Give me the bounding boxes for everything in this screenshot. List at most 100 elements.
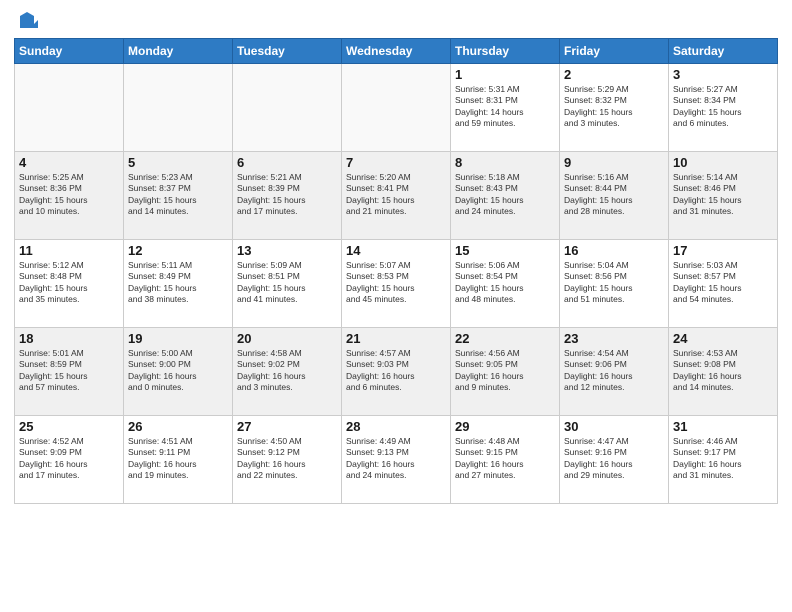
calendar-cell: 29Sunrise: 4:48 AM Sunset: 9:15 PM Dayli…: [451, 416, 560, 504]
calendar-week-5: 25 Sunrise: 4:52 AM Sunset: 9:09 PM Dayli…: [15, 416, 778, 504]
calendar-week-1: 1 Sunrise: 5:31 AM Sunset: 8:31 PM Daylig…: [15, 64, 778, 152]
calendar-cell: 6 Sunrise: 5:21 AM Sunset: 8:39 PM Daylig…: [233, 152, 342, 240]
day-number: 16: [564, 243, 664, 258]
day-info: Sunrise: 5:01 AM Sunset: 8:59 PM Dayligh…: [19, 348, 119, 394]
weekday-header-sunday: Sunday: [15, 39, 124, 64]
calendar-cell: 14 Sunrise: 5:07 AM Sunset: 8:53 PM Dayli…: [342, 240, 451, 328]
calendar-cell: 27Sunrise: 4:50 AM Sunset: 9:12 PM Dayli…: [233, 416, 342, 504]
header: [14, 10, 778, 32]
day-number: 8: [455, 155, 555, 170]
day-info: Sunrise: 5:00 AM Sunset: 9:00 PM Dayligh…: [128, 348, 228, 394]
day-number: 28: [346, 419, 446, 434]
day-info: Sunrise: 4:52 AM Sunset: 9:09 PM Dayligh…: [19, 436, 119, 482]
calendar-cell: 15 Sunrise: 5:06 AM Sunset: 8:54 PM Dayli…: [451, 240, 560, 328]
day-info: Sunrise: 4:49 AM Sunset: 9:13 PM Dayligh…: [346, 436, 446, 482]
day-info: Sunrise: 4:58 AM Sunset: 9:02 PM Dayligh…: [237, 348, 337, 394]
weekday-header-monday: Monday: [124, 39, 233, 64]
calendar-cell: 16 Sunrise: 5:04 AM Sunset: 8:56 PM Dayli…: [560, 240, 669, 328]
calendar-cell: 12 Sunrise: 5:11 AM Sunset: 8:49 PM Dayli…: [124, 240, 233, 328]
logo: [14, 10, 38, 32]
day-info: Sunrise: 5:21 AM Sunset: 8:39 PM Dayligh…: [237, 172, 337, 218]
calendar-cell: [233, 64, 342, 152]
day-number: 10: [673, 155, 773, 170]
page: SundayMondayTuesdayWednesdayThursdayFrid…: [0, 0, 792, 612]
day-number: 31: [673, 419, 773, 434]
day-info: Sunrise: 5:06 AM Sunset: 8:54 PM Dayligh…: [455, 260, 555, 306]
day-number: 9: [564, 155, 664, 170]
day-number: 2: [564, 67, 664, 82]
weekday-header-thursday: Thursday: [451, 39, 560, 64]
day-info: Sunrise: 5:12 AM Sunset: 8:48 PM Dayligh…: [19, 260, 119, 306]
day-number: 5: [128, 155, 228, 170]
calendar-cell: 7 Sunrise: 5:20 AM Sunset: 8:41 PM Daylig…: [342, 152, 451, 240]
calendar-week-3: 11Sunrise: 5:12 AM Sunset: 8:48 PM Dayli…: [15, 240, 778, 328]
day-number: 20: [237, 331, 337, 346]
day-number: 25: [19, 419, 119, 434]
calendar-cell: 19 Sunrise: 5:00 AM Sunset: 9:00 PM Dayli…: [124, 328, 233, 416]
day-info: Sunrise: 5:18 AM Sunset: 8:43 PM Dayligh…: [455, 172, 555, 218]
day-number: 26: [128, 419, 228, 434]
calendar-cell: 18 Sunrise: 5:01 AM Sunset: 8:59 PM Dayli…: [15, 328, 124, 416]
day-info: Sunrise: 5:31 AM Sunset: 8:31 PM Dayligh…: [455, 84, 555, 130]
calendar-cell: [124, 64, 233, 152]
day-number: 3: [673, 67, 773, 82]
day-number: 13: [237, 243, 337, 258]
day-info: Sunrise: 5:09 AM Sunset: 8:51 PM Dayligh…: [237, 260, 337, 306]
day-number: 29: [455, 419, 555, 434]
day-info: Sunrise: 4:51 AM Sunset: 9:11 PM Dayligh…: [128, 436, 228, 482]
calendar-cell: 5 Sunrise: 5:23 AM Sunset: 8:37 PM Daylig…: [124, 152, 233, 240]
day-number: 27: [237, 419, 337, 434]
calendar-cell: 13 Sunrise: 5:09 AM Sunset: 8:51 PM Dayli…: [233, 240, 342, 328]
calendar-cell: 28 Sunrise: 4:49 AM Sunset: 9:13 PM Dayli…: [342, 416, 451, 504]
weekday-header-friday: Friday: [560, 39, 669, 64]
day-info: Sunrise: 5:23 AM Sunset: 8:37 PM Dayligh…: [128, 172, 228, 218]
day-number: 1: [455, 67, 555, 82]
day-number: 30: [564, 419, 664, 434]
day-info: Sunrise: 5:03 AM Sunset: 8:57 PM Dayligh…: [673, 260, 773, 306]
day-number: 24: [673, 331, 773, 346]
day-info: Sunrise: 5:20 AM Sunset: 8:41 PM Dayligh…: [346, 172, 446, 218]
day-number: 18: [19, 331, 119, 346]
calendar-cell: 2 Sunrise: 5:29 AM Sunset: 8:32 PM Daylig…: [560, 64, 669, 152]
calendar-cell: 22 Sunrise: 4:56 AM Sunset: 9:05 PM Dayli…: [451, 328, 560, 416]
day-info: Sunrise: 5:04 AM Sunset: 8:56 PM Dayligh…: [564, 260, 664, 306]
calendar-cell: 3Sunrise: 5:27 AM Sunset: 8:34 PM Daylig…: [669, 64, 778, 152]
day-info: Sunrise: 5:25 AM Sunset: 8:36 PM Dayligh…: [19, 172, 119, 218]
day-info: Sunrise: 4:57 AM Sunset: 9:03 PM Dayligh…: [346, 348, 446, 394]
day-number: 15: [455, 243, 555, 258]
calendar-cell: 30 Sunrise: 4:47 AM Sunset: 9:16 PM Dayli…: [560, 416, 669, 504]
day-number: 12: [128, 243, 228, 258]
day-info: Sunrise: 5:11 AM Sunset: 8:49 PM Dayligh…: [128, 260, 228, 306]
calendar-cell: 31 Sunrise: 4:46 AM Sunset: 9:17 PM Dayli…: [669, 416, 778, 504]
day-info: Sunrise: 5:14 AM Sunset: 8:46 PM Dayligh…: [673, 172, 773, 218]
weekday-header-tuesday: Tuesday: [233, 39, 342, 64]
day-number: 6: [237, 155, 337, 170]
calendar-cell: 26 Sunrise: 4:51 AM Sunset: 9:11 PM Dayli…: [124, 416, 233, 504]
weekday-header-row: SundayMondayTuesdayWednesdayThursdayFrid…: [15, 39, 778, 64]
calendar-table: SundayMondayTuesdayWednesdayThursdayFrid…: [14, 38, 778, 504]
day-number: 7: [346, 155, 446, 170]
day-info: Sunrise: 4:54 AM Sunset: 9:06 PM Dayligh…: [564, 348, 664, 394]
weekday-header-wednesday: Wednesday: [342, 39, 451, 64]
calendar-week-4: 18 Sunrise: 5:01 AM Sunset: 8:59 PM Dayli…: [15, 328, 778, 416]
day-info: Sunrise: 4:47 AM Sunset: 9:16 PM Dayligh…: [564, 436, 664, 482]
day-info: Sunrise: 5:29 AM Sunset: 8:32 PM Dayligh…: [564, 84, 664, 130]
day-number: 23: [564, 331, 664, 346]
calendar-cell: 23 Sunrise: 4:54 AM Sunset: 9:06 PM Dayli…: [560, 328, 669, 416]
day-info: Sunrise: 5:07 AM Sunset: 8:53 PM Dayligh…: [346, 260, 446, 306]
calendar-cell: 17 Sunrise: 5:03 AM Sunset: 8:57 PM Dayli…: [669, 240, 778, 328]
day-info: Sunrise: 4:56 AM Sunset: 9:05 PM Dayligh…: [455, 348, 555, 394]
day-number: 17: [673, 243, 773, 258]
day-info: Sunrise: 4:46 AM Sunset: 9:17 PM Dayligh…: [673, 436, 773, 482]
weekday-header-saturday: Saturday: [669, 39, 778, 64]
day-number: 22: [455, 331, 555, 346]
day-number: 19: [128, 331, 228, 346]
calendar-cell: 21 Sunrise: 4:57 AM Sunset: 9:03 PM Dayli…: [342, 328, 451, 416]
calendar-cell: 20 Sunrise: 4:58 AM Sunset: 9:02 PM Dayli…: [233, 328, 342, 416]
day-number: 21: [346, 331, 446, 346]
calendar-cell: 11Sunrise: 5:12 AM Sunset: 8:48 PM Dayli…: [15, 240, 124, 328]
logo-icon: [16, 10, 38, 32]
calendar-cell: 4Sunrise: 5:25 AM Sunset: 8:36 PM Daylig…: [15, 152, 124, 240]
calendar-cell: 10 Sunrise: 5:14 AM Sunset: 8:46 PM Dayli…: [669, 152, 778, 240]
day-number: 14: [346, 243, 446, 258]
